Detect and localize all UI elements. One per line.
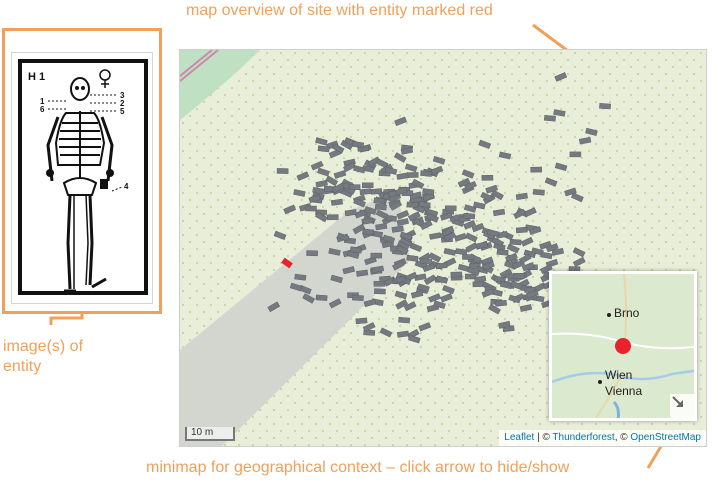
entity-images-annotation: image(s) of entity: [3, 338, 84, 375]
grave-feature[interactable]: [370, 252, 383, 259]
grave-feature[interactable]: [509, 238, 522, 246]
grave-feature[interactable]: [515, 226, 528, 234]
grave-feature[interactable]: [569, 151, 582, 158]
city-label-brno: Brno: [614, 306, 640, 320]
grave-feature[interactable]: [374, 288, 386, 295]
map-attribution: Leaflet | © Thunderforest, © OpenStreetM…: [499, 430, 706, 446]
attribution-separator: | ©: [534, 432, 553, 443]
entity-image-panel: H 1 3 2 5 1 6 4: [2, 28, 162, 314]
grave-feature[interactable]: [530, 166, 542, 173]
city-label-vienna: Vienna: [605, 384, 643, 398]
grave-feature[interactable]: [305, 205, 317, 212]
leaflet-link[interactable]: Leaflet: [504, 432, 534, 443]
thunderforest-link[interactable]: Thunderforest: [552, 432, 614, 443]
image-callout-bracket: [49, 314, 84, 325]
grave-feature[interactable]: [315, 294, 328, 301]
grave-feature[interactable]: [276, 168, 289, 174]
grave-feature[interactable]: [494, 299, 507, 307]
map-callout-line: [532, 23, 569, 53]
grave-feature[interactable]: [481, 174, 494, 181]
grave-feature[interactable]: [294, 273, 307, 281]
arrow-collapse-icon: [672, 396, 683, 407]
grave-feature[interactable]: [513, 273, 525, 279]
grave-feature[interactable]: [398, 316, 411, 324]
grave-feature[interactable]: [317, 145, 330, 153]
city-dot-brno: [607, 313, 611, 317]
grave-feature[interactable]: [370, 188, 383, 195]
grave-feature[interactable]: [420, 170, 433, 177]
map-overview-annotation: map overview of site with entity marked …: [186, 2, 493, 19]
grave-feature[interactable]: [406, 172, 419, 178]
grave-feature[interactable]: [373, 280, 386, 287]
grave-feature[interactable]: [362, 228, 375, 236]
grave-feature[interactable]: [462, 254, 474, 260]
grave-feature[interactable]: [450, 271, 463, 278]
attribution-separator-2: , ©: [614, 432, 631, 443]
grave-feature[interactable]: [359, 188, 372, 195]
grave-feature[interactable]: [352, 294, 364, 302]
grave-feature[interactable]: [444, 205, 457, 212]
skeleton-drawing: H 1 3 2 5 1 6 4: [18, 59, 148, 295]
city-label-wien: Wien: [605, 368, 633, 382]
grave-feature[interactable]: [420, 258, 433, 265]
grave-feature[interactable]: [406, 201, 419, 209]
city-dot-wien: [598, 380, 602, 384]
minimap[interactable]: Brno Wien Vienna: [549, 271, 697, 421]
callout-number-4: 4: [124, 182, 129, 191]
grave-feature[interactable]: [361, 182, 374, 189]
grave-feature[interactable]: [463, 213, 476, 220]
openstreetmap-link[interactable]: OpenStreetMap: [630, 432, 701, 443]
scale-bar: 10 m: [185, 427, 235, 441]
grave-feature[interactable]: [355, 317, 368, 325]
grave-label: H 1: [28, 71, 45, 83]
minimap-toggle-button[interactable]: [670, 394, 694, 418]
grave-feature[interactable]: [326, 214, 339, 221]
grave-feature[interactable]: [599, 103, 611, 110]
site-map[interactable]: 10 m Leaflet | © Thunderforest, © OpenSt…: [179, 49, 707, 447]
grave-feature[interactable]: [496, 249, 509, 256]
entity-image-thumbnail[interactable]: H 1 3 2 5 1 6 4: [11, 52, 153, 304]
minimap-help-annotation: minimap for geographical context – click…: [146, 459, 570, 476]
site-location-marker: [615, 338, 631, 354]
grave-feature[interactable]: [435, 262, 448, 270]
grave-feature[interactable]: [532, 189, 545, 196]
grave-feature[interactable]: [306, 250, 318, 257]
callout-number-6: 6: [40, 105, 45, 114]
grave-feature[interactable]: [348, 184, 361, 191]
grave-feature[interactable]: [543, 115, 556, 122]
grave-feature[interactable]: [374, 203, 387, 211]
callout-number-5: 5: [120, 107, 125, 116]
